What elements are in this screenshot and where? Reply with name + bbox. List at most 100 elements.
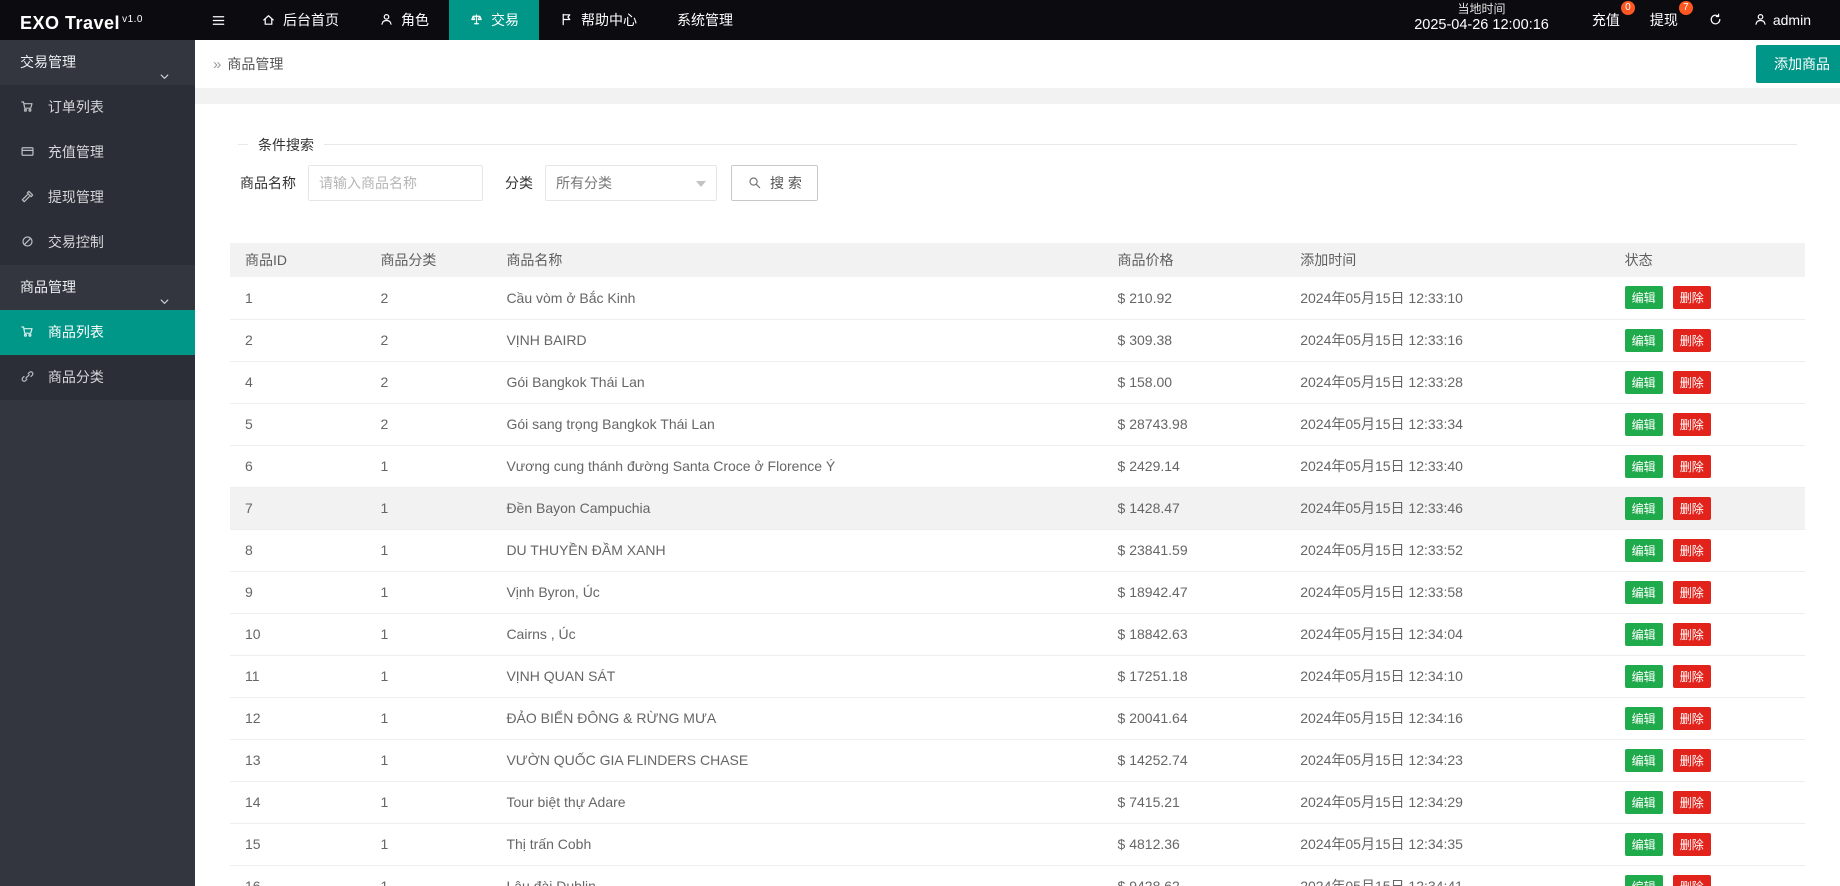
edit-button[interactable]: 编辑 bbox=[1625, 413, 1663, 436]
cell-added-time: 2024年05月15日 12:34:04 bbox=[1285, 613, 1609, 655]
link-icon bbox=[20, 369, 44, 385]
nav-item-system[interactable]: 系统管理 bbox=[657, 0, 753, 40]
app-version: v1.0 bbox=[122, 14, 143, 25]
cell-product-id: 12 bbox=[230, 697, 365, 739]
main-area: » 商品管理 添加商品 条件搜索 商品名称 分类 所有分类 搜 索 bbox=[195, 0, 1840, 886]
sidebar-item-product-category[interactable]: 商品分类 bbox=[0, 355, 195, 400]
cell-added-time: 2024年05月15日 12:33:58 bbox=[1285, 571, 1609, 613]
menu-toggle-icon[interactable] bbox=[195, 0, 241, 40]
cart-icon bbox=[20, 324, 44, 340]
sidebar-item-recharge-management[interactable]: 充值管理 bbox=[0, 130, 195, 175]
withdraw-label: 提现 bbox=[1650, 10, 1678, 30]
block-circle-icon bbox=[20, 234, 44, 250]
user-menu[interactable]: admin bbox=[1738, 0, 1826, 40]
nav-label: 帮助中心 bbox=[581, 10, 637, 30]
edit-button[interactable]: 编辑 bbox=[1625, 581, 1663, 604]
delete-button[interactable]: 删除 bbox=[1673, 329, 1711, 352]
cell-actions: 编辑删除 bbox=[1610, 781, 1805, 823]
cell-product-id: 1 bbox=[230, 277, 365, 319]
nav-item-trade[interactable]: 交易 bbox=[449, 0, 539, 40]
cell-product-name: Lâu đài Dublin bbox=[491, 865, 1102, 886]
sidebar-item-withdraw-management[interactable]: 提现管理 bbox=[0, 175, 195, 220]
edit-button[interactable]: 编辑 bbox=[1625, 497, 1663, 520]
delete-button[interactable]: 删除 bbox=[1673, 665, 1711, 688]
cell-product-name: Vương cung thánh đường Santa Croce ở Flo… bbox=[491, 445, 1102, 487]
nav-item-home[interactable]: 后台首页 bbox=[241, 0, 359, 40]
recharge-link[interactable]: 充值 0 bbox=[1577, 0, 1635, 40]
cell-actions: 编辑删除 bbox=[1610, 739, 1805, 781]
edit-button[interactable]: 编辑 bbox=[1625, 665, 1663, 688]
table-row: 91Vịnh Byron, Úc$ 18942.472024年05月15日 12… bbox=[230, 571, 1805, 613]
nav-label: 角色 bbox=[401, 10, 429, 30]
sidebar-item-order-list[interactable]: 订单列表 bbox=[0, 85, 195, 130]
withdraw-link[interactable]: 提现 7 bbox=[1635, 0, 1693, 40]
edit-button[interactable]: 编辑 bbox=[1625, 623, 1663, 646]
cell-product-price: $ 28743.98 bbox=[1103, 403, 1286, 445]
sidebar-item-trade-control[interactable]: 交易控制 bbox=[0, 220, 195, 265]
breadcrumb-bar: » 商品管理 添加商品 bbox=[195, 40, 1840, 88]
sidebar-item-label: 订单列表 bbox=[48, 99, 104, 115]
delete-button[interactable]: 删除 bbox=[1673, 371, 1711, 394]
nav-item-help[interactable]: 帮助中心 bbox=[539, 0, 657, 40]
add-product-button[interactable]: 添加商品 bbox=[1756, 45, 1840, 83]
delete-button[interactable]: 删除 bbox=[1673, 791, 1711, 814]
edit-button[interactable]: 编辑 bbox=[1625, 286, 1663, 309]
delete-button[interactable]: 删除 bbox=[1673, 623, 1711, 646]
cell-product-category: 2 bbox=[365, 319, 491, 361]
sidebar-item-product-list[interactable]: 商品列表 bbox=[0, 310, 195, 355]
edit-button[interactable]: 编辑 bbox=[1625, 455, 1663, 478]
edit-button[interactable]: 编辑 bbox=[1625, 749, 1663, 772]
sidebar-group-product-management[interactable]: 商品管理 bbox=[0, 265, 195, 310]
delete-button[interactable]: 删除 bbox=[1673, 749, 1711, 772]
edit-button[interactable]: 编辑 bbox=[1625, 833, 1663, 856]
cell-product-name: Cairns , Úc bbox=[491, 613, 1102, 655]
edit-button[interactable]: 编辑 bbox=[1625, 791, 1663, 814]
cell-product-name: Vịnh Byron, Úc bbox=[491, 571, 1102, 613]
table-row: 52Gói sang trọng Bangkok Thái Lan$ 28743… bbox=[230, 403, 1805, 445]
nav-item-roles[interactable]: 角色 bbox=[359, 0, 449, 40]
delete-button[interactable]: 删除 bbox=[1673, 497, 1711, 520]
cell-product-id: 7 bbox=[230, 487, 365, 529]
table-row: 42Gói Bangkok Thái Lan$ 158.002024年05月15… bbox=[230, 361, 1805, 403]
cell-added-time: 2024年05月15日 12:34:41 bbox=[1285, 865, 1609, 886]
category-select[interactable]: 所有分类 bbox=[545, 165, 717, 201]
table-row: 22VỊNH BAIRD$ 309.382024年05月15日 12:33:16… bbox=[230, 319, 1805, 361]
edit-button[interactable]: 编辑 bbox=[1625, 707, 1663, 730]
header-status: 状态 bbox=[1610, 243, 1805, 277]
cell-actions: 编辑删除 bbox=[1610, 445, 1805, 487]
delete-button[interactable]: 删除 bbox=[1673, 286, 1711, 309]
cell-actions: 编辑删除 bbox=[1610, 865, 1805, 886]
delete-button[interactable]: 删除 bbox=[1673, 455, 1711, 478]
delete-button[interactable]: 删除 bbox=[1673, 833, 1711, 856]
table-row: 151Thị trấn Cobh$ 4812.362024年05月15日 12:… bbox=[230, 823, 1805, 865]
edit-button[interactable]: 编辑 bbox=[1625, 539, 1663, 562]
delete-button[interactable]: 删除 bbox=[1673, 707, 1711, 730]
delete-button[interactable]: 删除 bbox=[1673, 539, 1711, 562]
table-row: 121ĐẢO BIỂN ĐÔNG & RỪNG MƯA$ 20041.64202… bbox=[230, 697, 1805, 739]
search-form: 商品名称 分类 所有分类 搜 索 bbox=[230, 165, 1805, 201]
cell-product-category: 1 bbox=[365, 781, 491, 823]
delete-button[interactable]: 删除 bbox=[1673, 581, 1711, 604]
card-icon bbox=[20, 144, 44, 160]
cell-product-price: $ 18842.63 bbox=[1103, 613, 1286, 655]
sidebar-item-label: 商品分类 bbox=[48, 369, 104, 385]
delete-button[interactable]: 删除 bbox=[1673, 413, 1711, 436]
refresh-button[interactable] bbox=[1693, 0, 1738, 40]
cell-product-price: $ 2429.14 bbox=[1103, 445, 1286, 487]
edit-button[interactable]: 编辑 bbox=[1625, 371, 1663, 394]
product-name-input[interactable] bbox=[308, 165, 483, 201]
cell-product-name: VỊNH BAIRD bbox=[491, 319, 1102, 361]
edit-button[interactable]: 编辑 bbox=[1625, 329, 1663, 352]
cell-product-name: Cầu vòm ở Bắc Kinh bbox=[491, 277, 1102, 319]
cell-added-time: 2024年05月15日 12:33:40 bbox=[1285, 445, 1609, 487]
delete-button[interactable]: 删除 bbox=[1673, 875, 1711, 886]
cell-actions: 编辑删除 bbox=[1610, 823, 1805, 865]
cell-product-name: Tour biệt thự Adare bbox=[491, 781, 1102, 823]
sidebar-group-trade-management[interactable]: 交易管理 bbox=[0, 40, 195, 85]
withdraw-badge: 7 bbox=[1679, 1, 1693, 15]
category-label: 分类 bbox=[505, 173, 533, 193]
search-button[interactable]: 搜 索 bbox=[731, 165, 818, 201]
cell-added-time: 2024年05月15日 12:33:10 bbox=[1285, 277, 1609, 319]
edit-button[interactable]: 编辑 bbox=[1625, 875, 1663, 886]
header-product-price: 商品价格 bbox=[1103, 243, 1286, 277]
